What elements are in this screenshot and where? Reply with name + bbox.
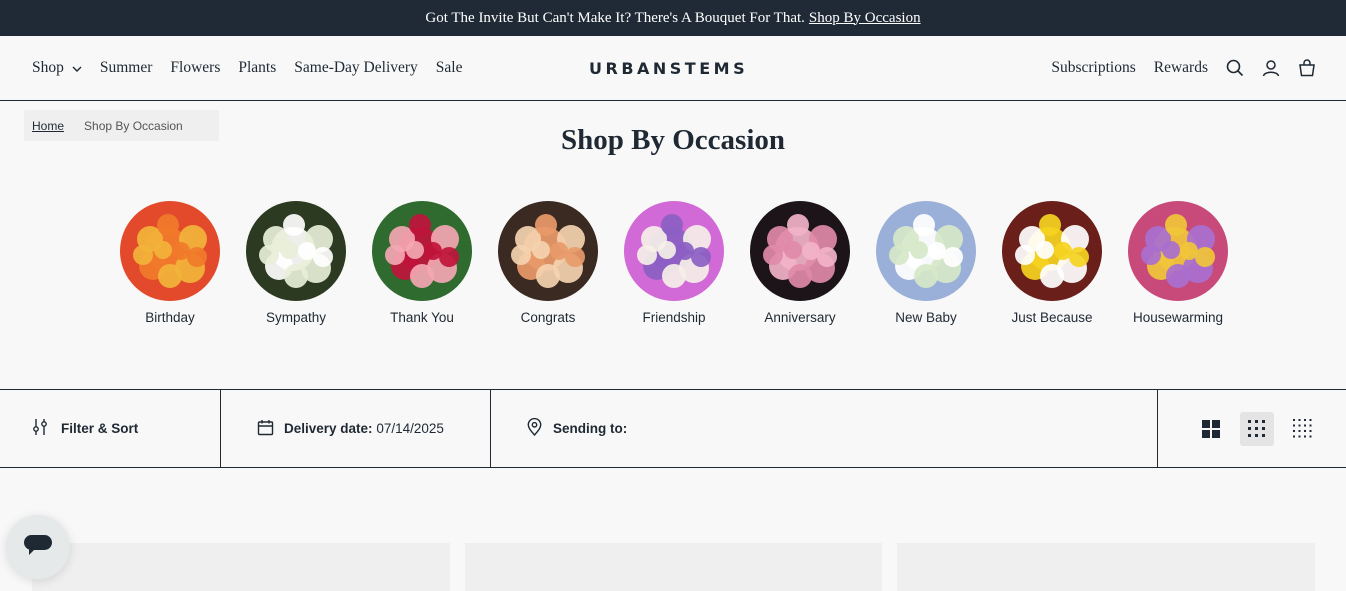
nav-item-plants[interactable]: Plants — [238, 59, 276, 77]
occasion-image — [624, 201, 724, 301]
occasion-image — [876, 201, 976, 301]
main-nav: Shop Summer Flowers Plants Same-Day Deli… — [32, 36, 462, 100]
delivery-date-label: Delivery date: — [284, 421, 373, 436]
chevron-down-icon — [72, 59, 82, 77]
site-header: Shop Summer Flowers Plants Same-Day Deli… — [0, 36, 1346, 101]
delivery-date-picker[interactable]: Delivery date: 07/14/2025 — [221, 390, 491, 467]
occasion-label: New Baby — [895, 310, 957, 325]
occasion-image — [120, 201, 220, 301]
announcement-text: Got The Invite But Can't Make It? There'… — [425, 9, 805, 26]
sliders-icon — [32, 418, 48, 439]
search-icon[interactable] — [1226, 59, 1244, 77]
location-pin-icon — [527, 417, 542, 439]
view-toggle-group — [1158, 390, 1346, 467]
filter-bar: Filter & Sort Delivery date: 07/14/2025 … — [0, 389, 1346, 468]
account-icon[interactable] — [1262, 59, 1280, 77]
occasion-image — [498, 201, 598, 301]
occasion-label: Congrats — [520, 310, 576, 325]
occasion-list: Birthday Sympathy Thank You Congrats Friends… — [120, 201, 1228, 325]
grid-large-icon[interactable] — [1194, 412, 1228, 446]
filter-sort-button[interactable]: Filter & Sort — [0, 390, 221, 467]
occasion-label: Thank You — [390, 310, 454, 325]
page-title: Shop By Occasion — [561, 124, 785, 156]
occasion-image — [1002, 201, 1102, 301]
product-card-placeholder[interactable] — [897, 543, 1315, 591]
sending-to-label: Sending to: — [553, 421, 628, 436]
grid-small-icon[interactable] — [1286, 412, 1320, 446]
utility-nav: Subscriptions Rewards — [1051, 36, 1316, 100]
occasion-congrats[interactable]: Congrats — [498, 201, 598, 325]
product-card-placeholder[interactable] — [32, 543, 450, 591]
occasion-label: Birthday — [145, 310, 195, 325]
occasion-label: Sympathy — [265, 310, 327, 325]
nav-item-rewards[interactable]: Rewards — [1154, 59, 1208, 77]
nav-item-shop[interactable]: Shop — [32, 59, 82, 77]
occasion-housewarming[interactable]: Housewarming — [1128, 201, 1228, 325]
occasion-label: Friendship — [642, 310, 706, 325]
sending-to-field[interactable]: Sending to: — [491, 390, 1158, 467]
occasion-sympathy[interactable]: Sympathy — [246, 201, 346, 325]
occasion-thank-you[interactable]: Thank You — [372, 201, 472, 325]
nav-item-same-day-delivery[interactable]: Same-Day Delivery — [294, 59, 418, 77]
nav-item-sale[interactable]: Sale — [436, 59, 463, 77]
occasion-label: Just Because — [1011, 310, 1093, 325]
occasion-image — [1128, 201, 1228, 301]
filter-sort-label: Filter & Sort — [61, 421, 139, 436]
grid-medium-icon[interactable] — [1240, 411, 1274, 446]
chat-button[interactable] — [6, 515, 70, 579]
calendar-icon — [257, 419, 274, 439]
occasion-image — [246, 201, 346, 301]
nav-shop-label: Shop — [32, 59, 64, 76]
occasion-image — [372, 201, 472, 301]
announcement-link[interactable]: Shop By Occasion — [809, 10, 921, 27]
occasion-new-baby[interactable]: New Baby — [876, 201, 976, 325]
occasion-friendship[interactable]: Friendship — [624, 201, 724, 325]
product-card-placeholder[interactable] — [465, 543, 882, 591]
occasion-label: Anniversary — [764, 310, 836, 325]
occasion-birthday[interactable]: Birthday — [120, 201, 220, 325]
delivery-date-value: 07/14/2025 — [376, 421, 444, 436]
occasion-anniversary[interactable]: Anniversary — [750, 201, 850, 325]
occasion-label: Housewarming — [1132, 310, 1224, 325]
announcement-bar: Got The Invite But Can't Make It? There'… — [0, 0, 1346, 36]
cart-icon[interactable] — [1298, 59, 1316, 77]
site-logo[interactable]: URBANSTEMS — [589, 36, 748, 100]
nav-item-subscriptions[interactable]: Subscriptions — [1051, 59, 1135, 77]
chat-bubble-icon — [22, 533, 54, 562]
occasion-just-because[interactable]: Just Because — [1002, 201, 1102, 325]
occasion-image — [750, 201, 850, 301]
nav-item-summer[interactable]: Summer — [100, 59, 153, 77]
nav-item-flowers[interactable]: Flowers — [170, 59, 220, 77]
